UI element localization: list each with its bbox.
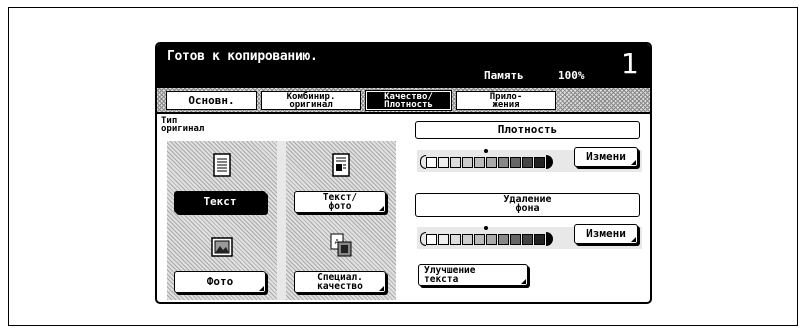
settings-body: Тип оригинал Текст Текст/ фото Фото A Сп… [157, 112, 650, 302]
original-type-group: Текст Текст/ фото Фото A Специал. качест… [167, 141, 396, 300]
density-step-cell[interactable] [450, 233, 461, 245]
memory-value: 100% [558, 69, 585, 82]
copy-count: 1 [621, 47, 639, 80]
background-change-label: Измени [586, 227, 626, 240]
background-cells [426, 233, 546, 245]
tab-combine-line2: оригинал [289, 100, 333, 110]
text-photo-document-icon [332, 153, 350, 177]
text-photo-line2: фото [328, 201, 352, 212]
background-removal-title-line2: фона [515, 203, 540, 214]
text-enhancement-button[interactable]: Улучшение текста [418, 264, 528, 286]
density-step-cell[interactable] [462, 233, 473, 245]
density-step-cell[interactable] [498, 156, 509, 168]
background-level-indicator [484, 226, 488, 230]
density-step-cell[interactable] [438, 156, 449, 168]
density-step-cell[interactable] [522, 233, 533, 245]
more-options-corner-icon [259, 286, 264, 291]
status-text: Готов к копированию. [167, 49, 318, 64]
density-title-box: Плотность [415, 121, 640, 139]
density-step-cell[interactable] [534, 156, 545, 168]
tab-quality-line2: Плотность [384, 100, 433, 110]
density-step-cell[interactable] [438, 233, 449, 245]
density-step-cell[interactable] [486, 233, 497, 245]
density-scale [420, 155, 553, 169]
text-mode-button[interactable]: Текст [174, 191, 266, 213]
darker-end-icon [546, 232, 553, 246]
more-options-corner-icon [521, 279, 526, 284]
density-step-cell[interactable] [474, 233, 485, 245]
tab-quality-density[interactable]: Качество/ Плотность [365, 90, 452, 111]
density-level-indicator [484, 149, 488, 153]
photo-mode-label: Фото [206, 275, 234, 288]
density-step-cell[interactable] [450, 156, 461, 168]
tab-applications[interactable]: Прило- жения [456, 91, 556, 110]
more-options-corner-icon [379, 206, 384, 211]
background-removal-slider[interactable]: Измени [417, 224, 642, 249]
darker-end-icon [546, 155, 553, 169]
density-step-cell[interactable] [474, 156, 485, 168]
special-quality-button[interactable]: Специал. качество [294, 271, 386, 293]
density-step-cell[interactable] [426, 233, 437, 245]
background-scale [420, 232, 553, 246]
density-step-cell[interactable] [522, 156, 533, 168]
tab-combine-original[interactable]: Комбинир. оригинал [261, 91, 361, 110]
background-change-button[interactable]: Измени [574, 224, 638, 244]
density-step-cell[interactable] [510, 156, 521, 168]
density-step-cell[interactable] [426, 156, 437, 168]
status-header: Готов к копированию. Память 100% 1 [157, 44, 650, 88]
tab-strip: Основн. Комбинир. оригинал Качество/ Пло… [157, 88, 650, 112]
density-change-button[interactable]: Измени [574, 147, 638, 167]
density-step-cell[interactable] [462, 156, 473, 168]
original-type-label: Тип оригинал [161, 117, 205, 134]
tab-basic[interactable]: Основн. [166, 91, 257, 110]
density-cells [426, 156, 546, 168]
text-photo-mode-button[interactable]: Текст/ фото [294, 191, 386, 213]
photo-icon [211, 237, 233, 257]
density-step-cell[interactable] [498, 233, 509, 245]
original-type-label-line2: оригинал [161, 124, 205, 134]
density-title: Плотность [497, 123, 558, 136]
density-slider[interactable]: Измени [417, 147, 642, 172]
background-removal-title-box: Удаление фона [415, 193, 640, 217]
photo-mode-button[interactable]: Фото [174, 271, 266, 293]
tab-basic-label: Основн. [188, 94, 235, 107]
background-removal-title: Удаление фона [416, 195, 639, 214]
density-step-cell[interactable] [486, 156, 497, 168]
memory-label: Память [484, 69, 524, 82]
density-step-cell[interactable] [510, 233, 521, 245]
density-step-cell[interactable] [534, 233, 545, 245]
more-options-corner-icon [631, 237, 636, 242]
special-line2: качество [317, 281, 363, 292]
copier-control-panel: Готов к копированию. Память 100% 1 Основ… [155, 42, 652, 304]
density-change-label: Измени [586, 150, 626, 163]
more-options-corner-icon [379, 286, 384, 291]
text-enhance-line2: текста [424, 274, 459, 285]
special-original-icon: A [330, 233, 352, 257]
more-options-corner-icon [631, 160, 636, 165]
text-document-icon [213, 153, 231, 177]
tab-applications-line2: жения [492, 100, 520, 110]
